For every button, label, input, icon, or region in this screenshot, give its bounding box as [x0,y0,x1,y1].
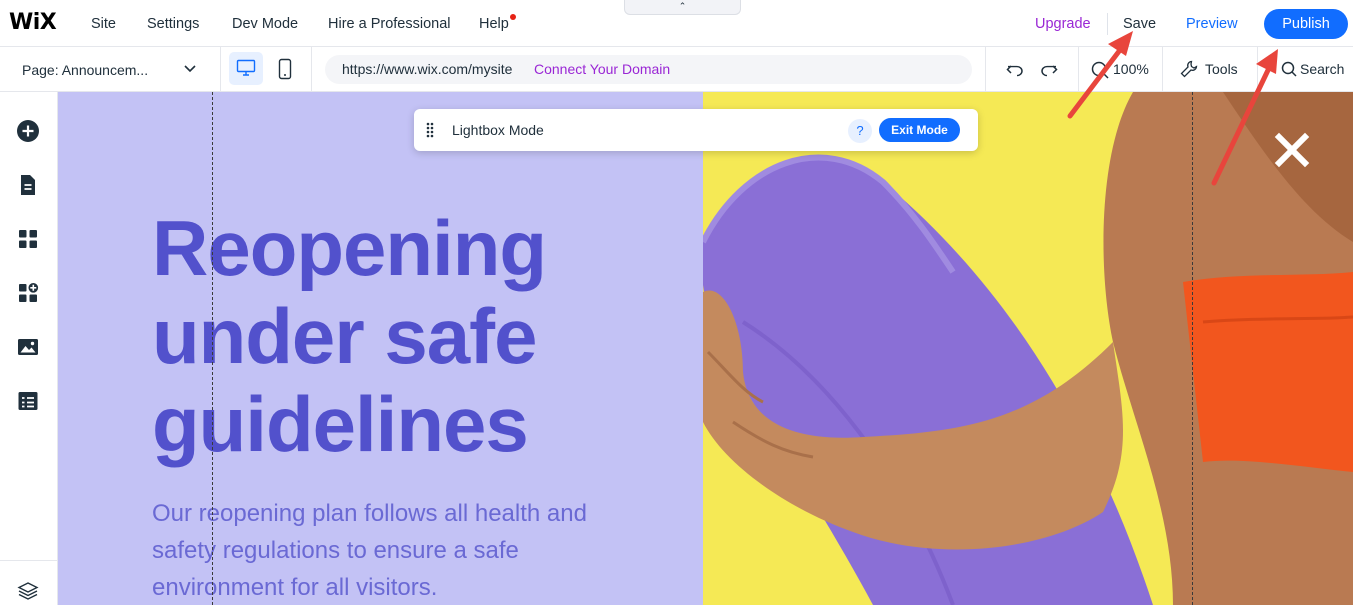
desktop-icon [236,59,256,76]
page-selector[interactable]: Page: Announcem... [22,61,148,79]
publish-button[interactable]: Publish [1264,9,1348,39]
connect-domain-link[interactable]: Connect Your Domain [534,61,670,78]
add-icon[interactable] [16,119,40,143]
yoga-mat-photo [703,92,1353,605]
zoom-icon[interactable] [1090,60,1110,80]
gridline-guide [1192,92,1193,605]
close-icon[interactable] [1274,132,1310,168]
search-icon[interactable] [1280,60,1298,78]
drag-handle-icon[interactable] [426,122,434,138]
editor-canvas[interactable]: Reopening under safe guidelines Our reop… [58,92,1353,605]
divider [985,47,986,92]
mobile-icon [278,58,292,80]
help-notification-dot [510,14,516,20]
desktop-view-button[interactable] [229,52,263,85]
menu-site[interactable]: Site [91,15,116,33]
site-url-bar[interactable]: https://www.wix.com/mysite Connect Your … [325,55,972,84]
mobile-view-button[interactable] [270,52,300,85]
divider [1107,13,1108,35]
layers-icon[interactable] [17,580,39,602]
divider [1257,47,1258,92]
top-bar: WiX Site Settings Dev Mode Hire a Profes… [0,0,1353,47]
help-button[interactable]: ? [848,119,872,143]
exit-mode-button[interactable]: Exit Mode [879,118,960,142]
cms-icon[interactable] [16,389,40,413]
page-title[interactable]: Reopening under safe guidelines [152,204,672,468]
tools-icon[interactable] [1179,59,1199,79]
divider [220,47,221,92]
description-text[interactable]: Our reopening plan follows all health an… [152,495,632,605]
lightbox-image[interactable] [703,92,1353,605]
menu-help[interactable]: Help [479,15,509,33]
undo-icon[interactable] [1005,60,1025,80]
apps-icon[interactable] [16,227,40,251]
menu-dev-mode[interactable]: Dev Mode [232,15,298,33]
gridline-guide [212,92,213,605]
lightbox-mode-label: Lightbox Mode [452,122,544,138]
lightbox-mode-bar: Lightbox Mode ? Exit Mode [414,109,978,151]
menu-settings[interactable]: Settings [147,15,199,33]
divider [1078,47,1079,92]
add-apps-icon[interactable] [16,281,40,305]
preview-button[interactable]: Preview [1186,15,1238,33]
lightbox-text-panel[interactable]: Reopening under safe guidelines Our reop… [58,92,703,605]
site-url: https://www.wix.com/mysite [342,61,513,77]
collapse-toolbar-tab[interactable]: ⌃ [624,0,741,15]
upgrade-link[interactable]: Upgrade [1035,15,1091,33]
menu-hire-professional[interactable]: Hire a Professional [328,15,451,33]
divider [0,560,58,561]
save-button[interactable]: Save [1123,15,1156,33]
redo-icon[interactable] [1039,60,1059,80]
wix-logo[interactable]: WiX [9,10,57,36]
pages-icon[interactable] [16,173,40,197]
left-sidebar [0,92,58,605]
chevron-down-icon[interactable] [183,61,197,75]
tools-button[interactable]: Tools [1205,61,1238,78]
divider [311,47,312,92]
media-icon[interactable] [16,335,40,359]
zoom-level[interactable]: 100% [1113,61,1149,78]
divider [1162,47,1163,92]
search-button[interactable]: Search [1300,61,1344,78]
